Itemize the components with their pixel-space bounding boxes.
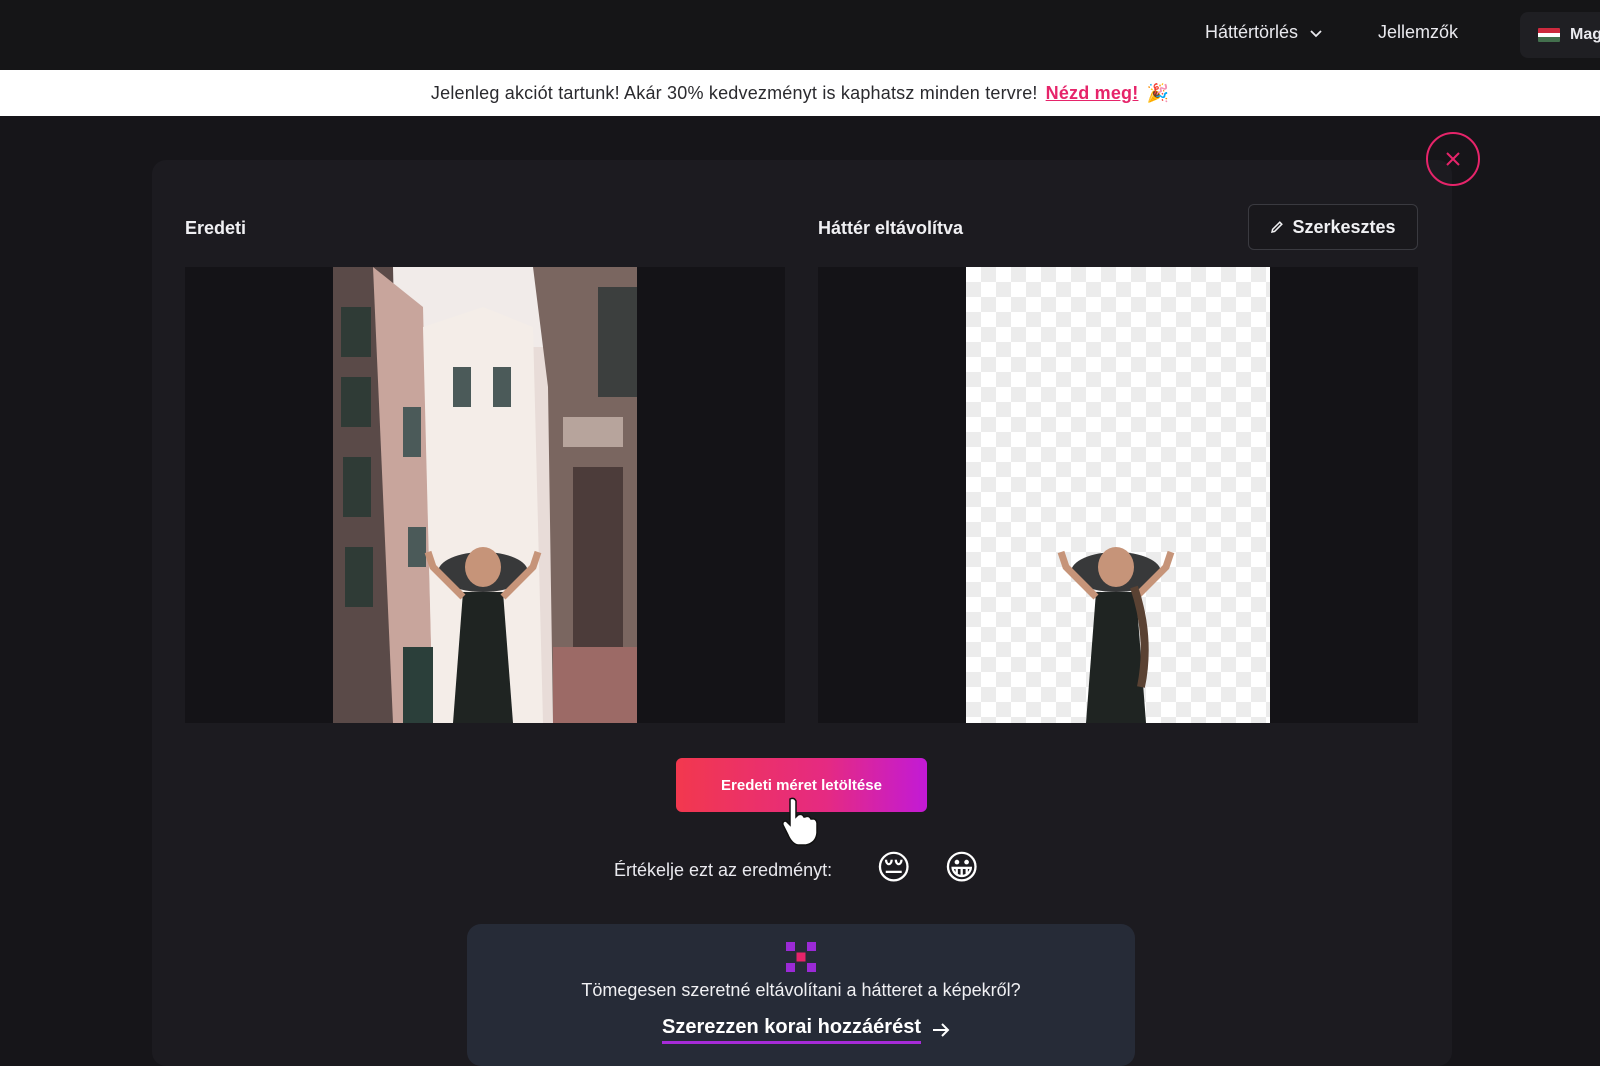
rating-prompt: Értékelje ezt az eredményt: <box>614 860 833 880</box>
top-navigation: Háttértörlés Jellemzők Mag <box>0 0 1600 70</box>
background-removed-photo <box>966 267 1270 723</box>
language-label: Mag <box>1570 26 1600 43</box>
pencil-icon <box>1271 221 1284 234</box>
party-popper-icon: 🎉 <box>1146 82 1170 103</box>
promo-text: Jelenleg akciót tartunk! Akár 30% kedvez… <box>430 82 1038 103</box>
happy-face-rating-button[interactable]: 😀 <box>944 848 979 888</box>
nav-features-link[interactable]: Jellemzők <box>1378 22 1458 43</box>
early-access-link[interactable]: Szerezzen korai hozzáérést <box>662 1016 951 1044</box>
hungarian-flag-icon <box>1538 28 1560 42</box>
edit-button-label: Szerkesztes <box>1292 216 1396 237</box>
hand-pointer-cursor-icon <box>782 797 818 846</box>
nav-background-removal-dropdown[interactable]: Háttértörlés <box>1205 22 1324 43</box>
language-selector[interactable]: Mag <box>1520 12 1600 58</box>
original-label: Eredeti <box>185 218 247 238</box>
sad-face-rating-button[interactable]: 😔 <box>876 848 911 888</box>
close-button[interactable] <box>1426 132 1480 186</box>
bulk-removal-question: Tömegesen szeretné eltávolítani a hátter… <box>581 980 1021 1000</box>
nav-background-removal-label: Háttértörlés <box>1205 22 1299 42</box>
background-removed-label: Háttér eltávolítva <box>818 218 964 238</box>
edit-button[interactable]: Szerkesztes <box>1248 204 1418 250</box>
promo-link[interactable]: Nézd meg! <box>1046 83 1139 104</box>
close-icon <box>1446 152 1460 166</box>
chevron-down-icon <box>1310 29 1322 37</box>
bulk-logo-icon <box>786 942 816 972</box>
early-access-label: Szerezzen korai hozzáérést <box>662 1016 921 1044</box>
nav-features-label: Jellemzők <box>1378 22 1459 42</box>
arrow-right-icon <box>933 1023 950 1037</box>
promo-banner: Jelenleg akciót tartunk! Akár 30% kedvez… <box>0 70 1600 116</box>
original-photo <box>333 267 637 723</box>
